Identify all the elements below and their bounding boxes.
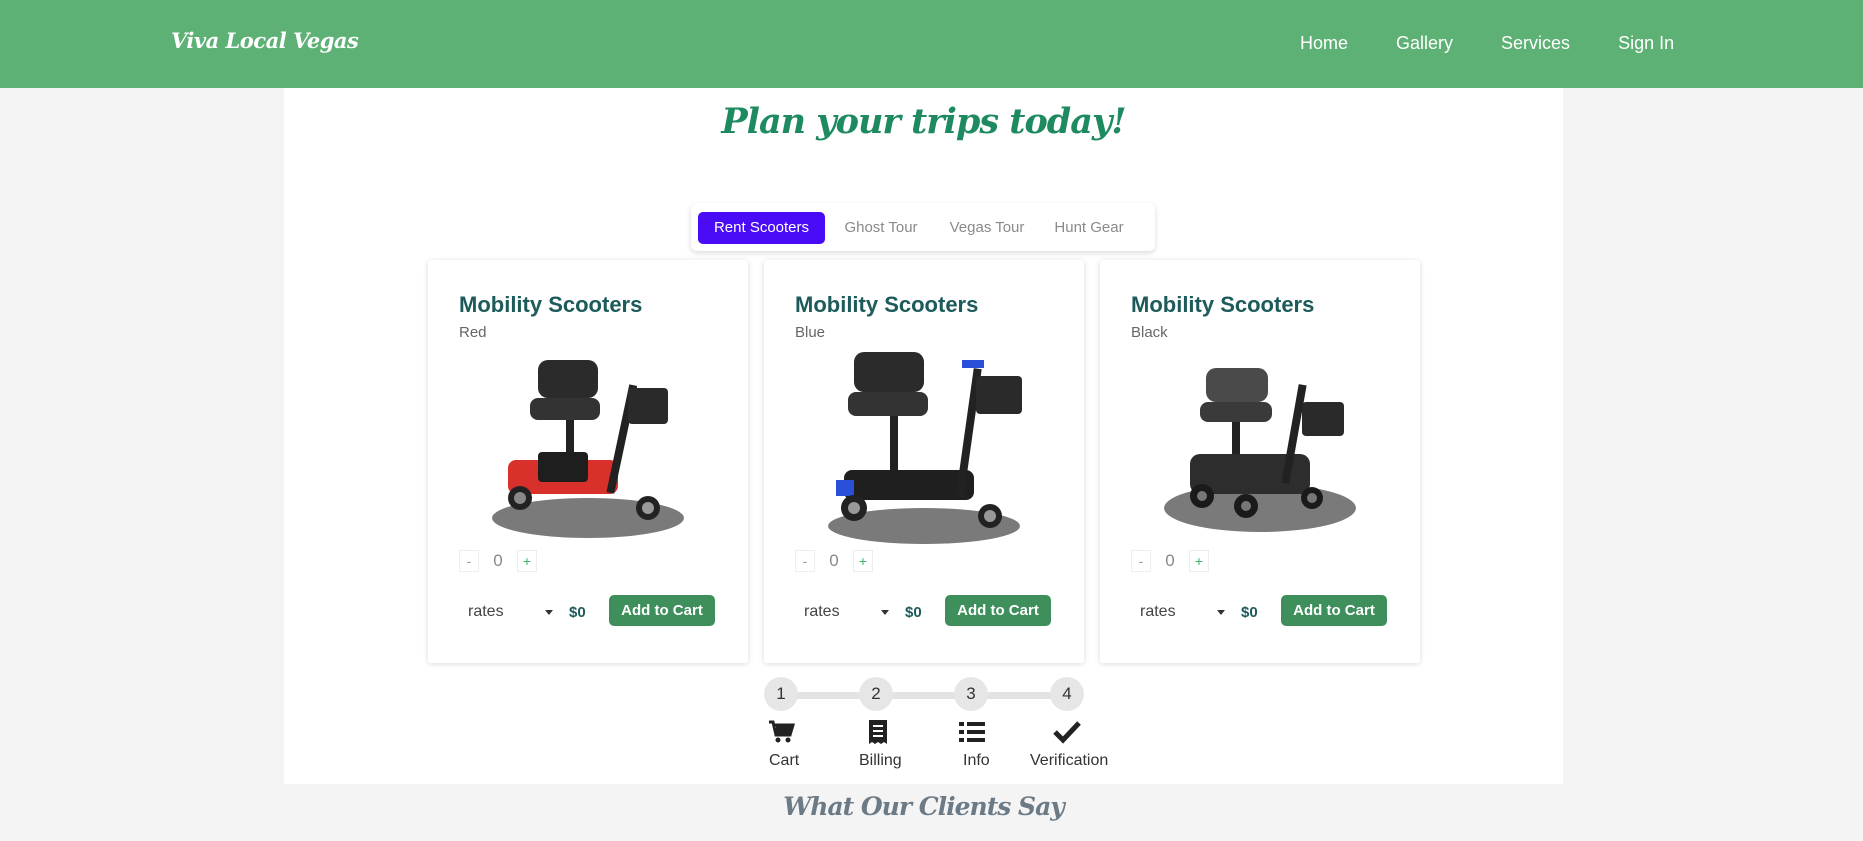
- rates-select[interactable]: rates: [1131, 598, 1231, 626]
- category-tabs: Rent Scooters Ghost Tour Vegas Tour Hunt…: [691, 203, 1155, 251]
- tab-hunt-gear[interactable]: Hunt Gear: [1045, 212, 1133, 244]
- product-color: Blue: [795, 324, 826, 341]
- caret-down-icon: [881, 610, 889, 615]
- increment-button[interactable]: +: [517, 550, 537, 572]
- scooter-image: [492, 360, 684, 538]
- product-title: Mobility Scooters: [795, 292, 979, 317]
- list-icon: [959, 722, 985, 742]
- scooter-image: [828, 352, 1022, 544]
- tab-ghost-tour[interactable]: Ghost Tour: [834, 212, 928, 244]
- quantity-value: 0: [1165, 551, 1175, 570]
- nav-home-link[interactable]: Home: [1300, 33, 1348, 54]
- step-2-label: Billing: [859, 752, 902, 769]
- receipt-icon: [869, 720, 887, 744]
- nav-gallery-link[interactable]: Gallery: [1396, 33, 1453, 54]
- price-value: $0: [1241, 604, 1258, 621]
- step-1-label: Cart: [769, 752, 800, 769]
- product-title: Mobility Scooters: [459, 292, 643, 317]
- product-color: Black: [1131, 324, 1168, 341]
- caret-down-icon: [1217, 610, 1225, 615]
- rates-select-label: rates: [468, 603, 504, 620]
- caret-down-icon: [545, 610, 553, 615]
- step-3-label: Info: [963, 752, 990, 769]
- nav-services-link[interactable]: Services: [1501, 33, 1570, 54]
- nav-signin-link[interactable]: Sign In: [1618, 33, 1674, 54]
- add-to-cart-button[interactable]: Add to Cart: [609, 595, 715, 626]
- scooter-image: [1164, 368, 1356, 532]
- tab-rent-scooters[interactable]: Rent Scooters: [698, 212, 825, 244]
- nav-links: Home Gallery Services Sign In: [1300, 33, 1722, 54]
- increment-button[interactable]: +: [853, 550, 873, 572]
- decrement-button[interactable]: -: [1131, 550, 1151, 572]
- add-to-cart-button[interactable]: Add to Cart: [1281, 595, 1387, 626]
- step-4-number[interactable]: 4: [1050, 677, 1084, 711]
- add-to-cart-button[interactable]: Add to Cart: [945, 595, 1051, 626]
- quantity-value: 0: [829, 551, 839, 570]
- price-value: $0: [905, 604, 922, 621]
- step-4-label: Verification: [1030, 752, 1109, 769]
- product-card-blue: Mobility Scooters Blue - 0 + rates $0 Ad…: [764, 260, 1084, 663]
- step-1-number[interactable]: 1: [764, 677, 798, 711]
- tab-vegas-tour[interactable]: Vegas Tour: [938, 212, 1036, 244]
- quantity-stepper: - 0 +: [459, 550, 537, 572]
- rates-select-label: rates: [1140, 603, 1176, 620]
- testimonials-section: What Our Clients Say: [284, 784, 1563, 841]
- brand-logo[interactable]: Viva Local Vegas: [171, 28, 359, 53]
- product-card-black: Mobility Scooters Black - 0 + rates $0 A…: [1100, 260, 1420, 663]
- check-icon: [1053, 721, 1081, 744]
- rates-select[interactable]: rates: [459, 598, 559, 626]
- page-title: Plan your trips today!: [721, 101, 1126, 142]
- step-3-number[interactable]: 3: [954, 677, 988, 711]
- price-value: $0: [569, 604, 586, 621]
- product-color: Red: [459, 324, 487, 341]
- decrement-button[interactable]: -: [459, 550, 479, 572]
- quantity-value: 0: [493, 551, 503, 570]
- rates-select-label: rates: [804, 603, 840, 620]
- step-2-number[interactable]: 2: [859, 677, 893, 711]
- rates-select[interactable]: rates: [795, 598, 895, 626]
- testimonials-title: What Our Clients Say: [783, 792, 1065, 821]
- cart-icon: [769, 720, 796, 743]
- quantity-stepper: - 0 +: [1131, 550, 1209, 572]
- increment-button[interactable]: +: [1189, 550, 1209, 572]
- product-title: Mobility Scooters: [1131, 292, 1315, 317]
- checkout-stepper: 1 2 3 4 Cart Billing Info Verification: [764, 677, 1108, 777]
- stepper-track: [780, 692, 1066, 699]
- navbar: Viva Local Vegas Home Gallery Services S…: [0, 0, 1863, 88]
- quantity-stepper: - 0 +: [795, 550, 873, 572]
- decrement-button[interactable]: -: [795, 550, 815, 572]
- product-card-red: Mobility Scooters Red - 0 + rates $0 Add…: [428, 260, 748, 663]
